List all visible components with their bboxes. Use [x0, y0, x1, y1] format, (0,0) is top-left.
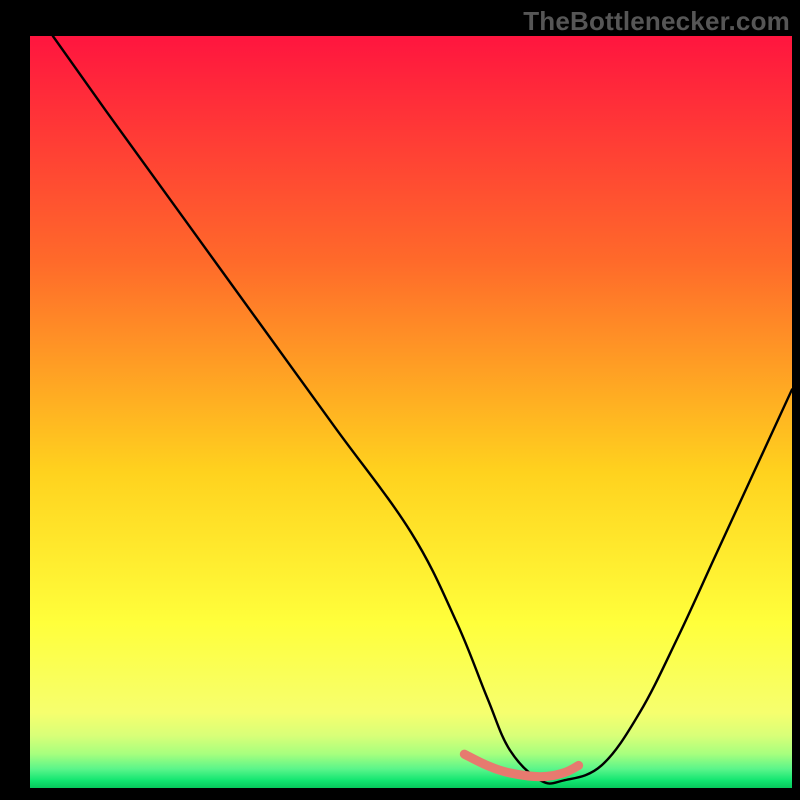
- gradient-background: [30, 36, 792, 788]
- chart-frame: { "watermark": "TheBottlenecker.com", "c…: [0, 0, 800, 800]
- watermark-text: TheBottlenecker.com: [523, 6, 790, 37]
- bottleneck-chart: [0, 0, 800, 800]
